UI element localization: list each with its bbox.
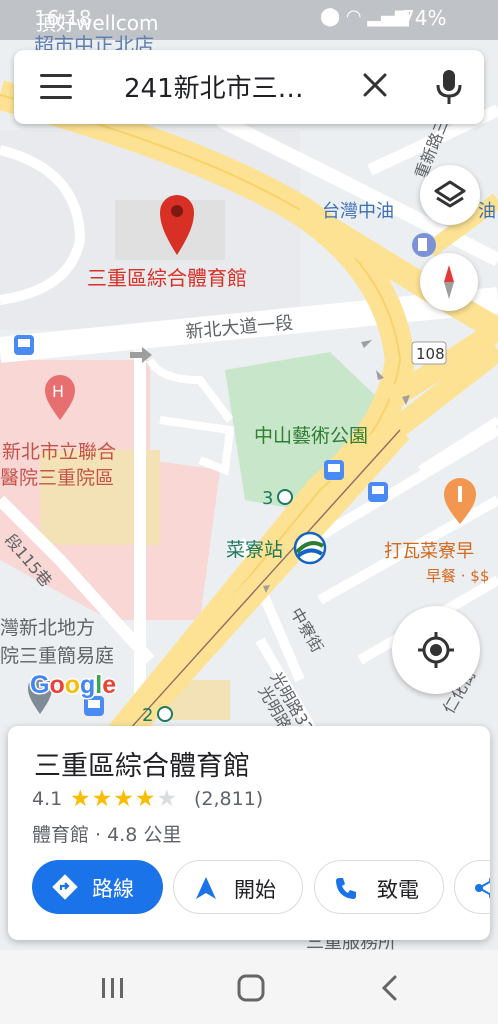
battery-level: 74% — [402, 6, 447, 30]
gas-station-label: 台灣中油 — [322, 201, 394, 222]
park-label: 中山藝術公園 — [254, 425, 368, 447]
back-icon[interactable] — [378, 974, 402, 1002]
metro-icon[interactable] — [293, 531, 327, 565]
rating-stars: ★★★★★ — [70, 786, 178, 812]
layers-button[interactable] — [420, 165, 480, 225]
search-bar[interactable]: 241新北市三… — [14, 50, 484, 124]
exit-icon — [157, 706, 173, 722]
star-icon: ★ — [70, 786, 92, 812]
hospital-label: 新北市立聯合 — [2, 441, 116, 463]
start-button[interactable]: 開始 — [173, 860, 303, 914]
rating-value: 4.1 — [32, 788, 63, 810]
venue-map-label[interactable]: 三重區綜合體育館 — [87, 266, 247, 290]
review-count[interactable]: (2,811) — [194, 788, 263, 810]
svg-text:108: 108 — [416, 345, 445, 363]
bus-stop-icon[interactable] — [368, 482, 388, 502]
hospital-label-2: 醫院三重院區 — [0, 467, 114, 489]
home-icon[interactable] — [236, 974, 266, 1002]
phone-icon — [336, 878, 356, 899]
exit-3-label: 3 — [262, 488, 273, 509]
station-label: 菜寮站 — [226, 539, 283, 561]
status-time: 16:18 — [34, 6, 92, 30]
star-icon: ★ — [134, 786, 157, 812]
restaurant-label: 打瓦菜寮早 — [384, 541, 474, 562]
system-nav-bar — [0, 950, 498, 1024]
microphone-icon[interactable] — [434, 68, 464, 106]
status-icons: ⬤ ◠ ▂▄▆ — [320, 6, 409, 27]
share-button[interactable] — [454, 860, 490, 914]
compass-icon — [444, 265, 454, 299]
share-icon — [475, 877, 490, 899]
svg-text:Google: Google — [30, 671, 116, 699]
call-button[interactable]: 致電 — [314, 860, 444, 914]
star-icon: ★ — [91, 786, 114, 812]
place-card[interactable]: 三重區綜合體育館 4.1 ★★★★★ (2,811) 體育館 · 4.8 公里 … — [8, 726, 490, 940]
star-icon: ★ — [156, 786, 179, 812]
route-shield: 108 — [411, 341, 447, 365]
svg-text:H: H — [52, 382, 64, 401]
bus-stop-icon[interactable] — [84, 696, 104, 716]
recent-apps-icon[interactable] — [98, 976, 128, 1000]
exit-icon — [277, 489, 293, 505]
menu-icon[interactable] — [40, 74, 72, 100]
search-query[interactable]: 241新北市三… — [124, 68, 304, 105]
star-icon: ★ — [113, 786, 135, 812]
compass-button[interactable] — [420, 253, 478, 311]
place-category: 體育館 · 4.8 公里 — [32, 824, 182, 846]
bus-stop-icon[interactable] — [14, 335, 34, 355]
status-bar: 16:18 ⬤ ◠ ▂▄▆ 74% — [0, 0, 498, 38]
navigation-arrow-icon — [196, 877, 216, 899]
bus-stop-icon[interactable] — [324, 460, 344, 480]
restaurant-meta: 早餐 · $$ — [426, 567, 489, 585]
my-location-button[interactable] — [392, 606, 480, 694]
call-label: 致電 — [377, 878, 419, 902]
court-label-2: 院三重簡易庭 — [0, 645, 114, 667]
directions-label: 路線 — [92, 877, 134, 901]
location-status-icon: ⬤ — [320, 6, 341, 27]
directions-icon — [52, 874, 78, 900]
my-location-icon — [418, 632, 454, 668]
close-icon[interactable] — [360, 70, 390, 100]
place-title: 三重區綜合體育館 — [34, 751, 250, 782]
wifi-icon: ◠ — [345, 6, 362, 27]
layers-icon — [434, 180, 466, 208]
start-label: 開始 — [234, 878, 276, 902]
exit-2-label: 2 — [142, 705, 153, 726]
directions-button[interactable]: 路線 — [32, 860, 163, 914]
court-label: 灣新北地方 — [0, 617, 95, 639]
gas-station-label-2: 油 — [478, 201, 496, 222]
